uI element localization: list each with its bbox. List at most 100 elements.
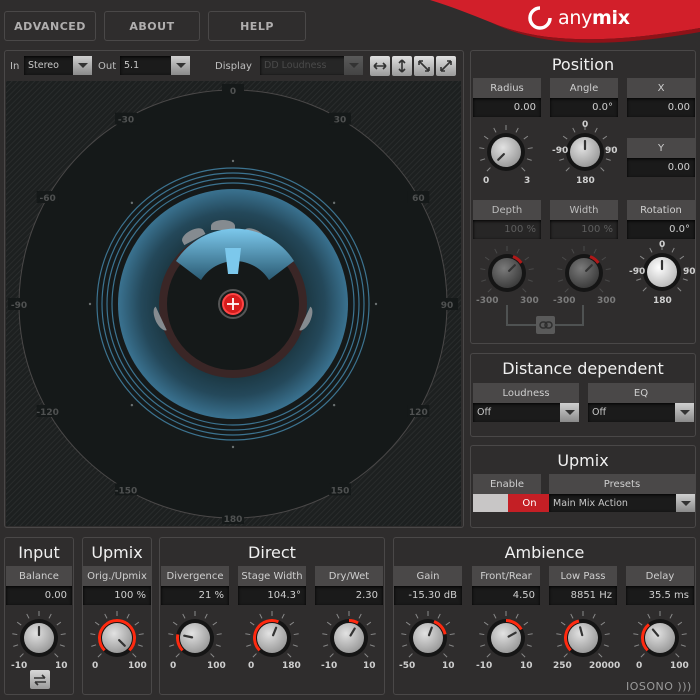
radius-max-label: 3 bbox=[524, 176, 531, 186]
divergence-value[interactable]: 21 % bbox=[161, 586, 229, 605]
logo-suffix: mix bbox=[592, 7, 630, 29]
width-max-label: 300 bbox=[597, 296, 616, 306]
radius-knob[interactable] bbox=[478, 124, 534, 180]
knob-cap[interactable] bbox=[491, 623, 521, 653]
view-diagonal-up-button[interactable] bbox=[436, 56, 456, 76]
chevron-down-icon[interactable] bbox=[560, 403, 579, 422]
orig-upmix-label: Orig./Upmix bbox=[83, 566, 151, 586]
output-format-value: 5.1 bbox=[124, 60, 140, 71]
front-rear-knob[interactable] bbox=[478, 610, 534, 666]
ambience-title: Ambience bbox=[504, 543, 585, 562]
loudness-select[interactable]: Off bbox=[473, 403, 579, 422]
angle-label: -120 bbox=[36, 408, 59, 418]
orig-upmix-max-label: 100 bbox=[128, 661, 147, 671]
chevron-down-icon[interactable] bbox=[73, 56, 92, 75]
spatial-viewer[interactable]: 0 30 60 90 120 150 180 -150 -120 -90 -60 -30 bbox=[6, 81, 461, 526]
angle-label: 0 bbox=[230, 87, 236, 97]
divergence-knob[interactable] bbox=[167, 610, 223, 666]
depth-label: Depth bbox=[473, 200, 541, 220]
orig-upmix-knob[interactable] bbox=[89, 610, 145, 666]
link-icon bbox=[538, 321, 553, 329]
radius-value[interactable]: 0.00 bbox=[473, 98, 541, 117]
y-value[interactable]: 0.00 bbox=[627, 158, 695, 177]
iosono-brand: IOSONO ))) bbox=[626, 680, 692, 693]
knob-cap[interactable] bbox=[102, 623, 132, 653]
chevron-down-icon[interactable] bbox=[171, 56, 190, 75]
enable-toggle[interactable]: On bbox=[473, 494, 551, 512]
stage-width-label: Stage Width bbox=[238, 566, 306, 586]
eq-label: EQ bbox=[588, 383, 694, 403]
angle-label: 150 bbox=[331, 486, 350, 496]
eq-select[interactable]: Off bbox=[588, 403, 694, 422]
rotation-value[interactable]: 0.0° bbox=[627, 220, 695, 239]
display-select[interactable]: DD Loudness bbox=[260, 56, 363, 75]
about-button[interactable]: ABOUT bbox=[104, 11, 200, 41]
low-pass-knob[interactable] bbox=[555, 610, 611, 666]
direct-title: Direct bbox=[248, 543, 296, 562]
front-rear-max-label: 10 bbox=[520, 661, 533, 671]
stage-width-knob[interactable] bbox=[244, 610, 300, 666]
balance-knob[interactable] bbox=[11, 610, 67, 666]
knob-cap[interactable] bbox=[180, 623, 210, 653]
delay-knob[interactable] bbox=[632, 610, 688, 666]
grid-dot bbox=[88, 302, 92, 306]
input-format-select[interactable]: Stereo bbox=[24, 56, 92, 75]
chevron-down-icon[interactable] bbox=[676, 494, 695, 512]
toggle-on-side[interactable]: On bbox=[508, 494, 551, 512]
angle-top-label: 0 bbox=[582, 120, 589, 130]
knob-cap[interactable] bbox=[257, 623, 287, 653]
dry-wet-min-label: -10 bbox=[321, 661, 338, 671]
low-pass-value[interactable]: 8851 Hz bbox=[549, 586, 617, 605]
gain-knob[interactable] bbox=[400, 610, 456, 666]
rotation-right-label: 90 bbox=[683, 267, 696, 277]
toggle-off-side[interactable] bbox=[473, 494, 508, 512]
dry-wet-value[interactable]: 2.30 bbox=[315, 586, 383, 605]
delay-label: Delay bbox=[626, 566, 694, 586]
chevron-down-icon[interactable] bbox=[344, 56, 363, 75]
angle-label: 120 bbox=[409, 408, 428, 418]
output-format-select[interactable]: 5.1 bbox=[120, 56, 190, 75]
knob-cap[interactable] bbox=[492, 258, 522, 288]
orig-upmix-value[interactable]: 100 % bbox=[83, 586, 151, 605]
width-knob[interactable] bbox=[556, 245, 612, 301]
x-value[interactable]: 0.00 bbox=[627, 98, 695, 117]
balance-value[interactable]: 0.00 bbox=[6, 586, 72, 605]
knob-cap[interactable] bbox=[568, 623, 598, 653]
swap-arrows-icon bbox=[34, 673, 46, 686]
angle-label: 30 bbox=[334, 116, 347, 126]
dry-wet-knob[interactable] bbox=[321, 610, 377, 666]
delay-max-label: 100 bbox=[670, 661, 689, 671]
chevron-down-icon[interactable] bbox=[675, 403, 694, 422]
knob-cap[interactable] bbox=[413, 623, 443, 653]
link-depth-width-button[interactable] bbox=[536, 316, 555, 334]
divergence-max-label: 100 bbox=[207, 661, 226, 671]
view-horizontal-button[interactable] bbox=[370, 56, 390, 76]
depth-value[interactable]: 100 % bbox=[473, 220, 541, 239]
rotation-bottom-label: 180 bbox=[653, 296, 672, 306]
depth-knob[interactable] bbox=[479, 245, 535, 301]
spatial-viewer-canvas[interactable]: 0 30 60 90 120 150 180 -150 -120 -90 -60 -30 bbox=[6, 81, 461, 526]
delay-value[interactable]: 35.5 ms bbox=[626, 586, 694, 605]
position-title: Position bbox=[551, 55, 615, 74]
display-label: Display bbox=[215, 61, 252, 72]
knob-cap[interactable] bbox=[645, 623, 675, 653]
angle-value[interactable]: 0.0° bbox=[550, 98, 618, 117]
dry-wet-max-label: 10 bbox=[363, 661, 376, 671]
width-value[interactable]: 100 % bbox=[550, 220, 618, 239]
advanced-button[interactable]: ADVANCED bbox=[4, 11, 96, 41]
front-rear-value[interactable]: 4.50 bbox=[472, 586, 540, 605]
swap-channels-button[interactable] bbox=[30, 670, 50, 689]
view-vertical-button[interactable] bbox=[392, 56, 412, 76]
view-diagonal-down-button[interactable] bbox=[414, 56, 434, 76]
help-button[interactable]: HELP bbox=[208, 11, 306, 41]
angle-label: 180 bbox=[224, 515, 243, 525]
logo-banner bbox=[430, 0, 700, 43]
angle-bottom-label: 180 bbox=[576, 176, 595, 186]
presets-select[interactable]: Main Mix Action bbox=[549, 494, 695, 512]
knob-cap[interactable] bbox=[491, 137, 521, 167]
gain-value[interactable]: -15.30 dB bbox=[394, 586, 462, 605]
knob-cap[interactable] bbox=[334, 623, 364, 653]
sound-source-handle[interactable] bbox=[218, 289, 248, 319]
knob-cap[interactable] bbox=[569, 258, 599, 288]
stage-width-value[interactable]: 104.3° bbox=[238, 586, 306, 605]
